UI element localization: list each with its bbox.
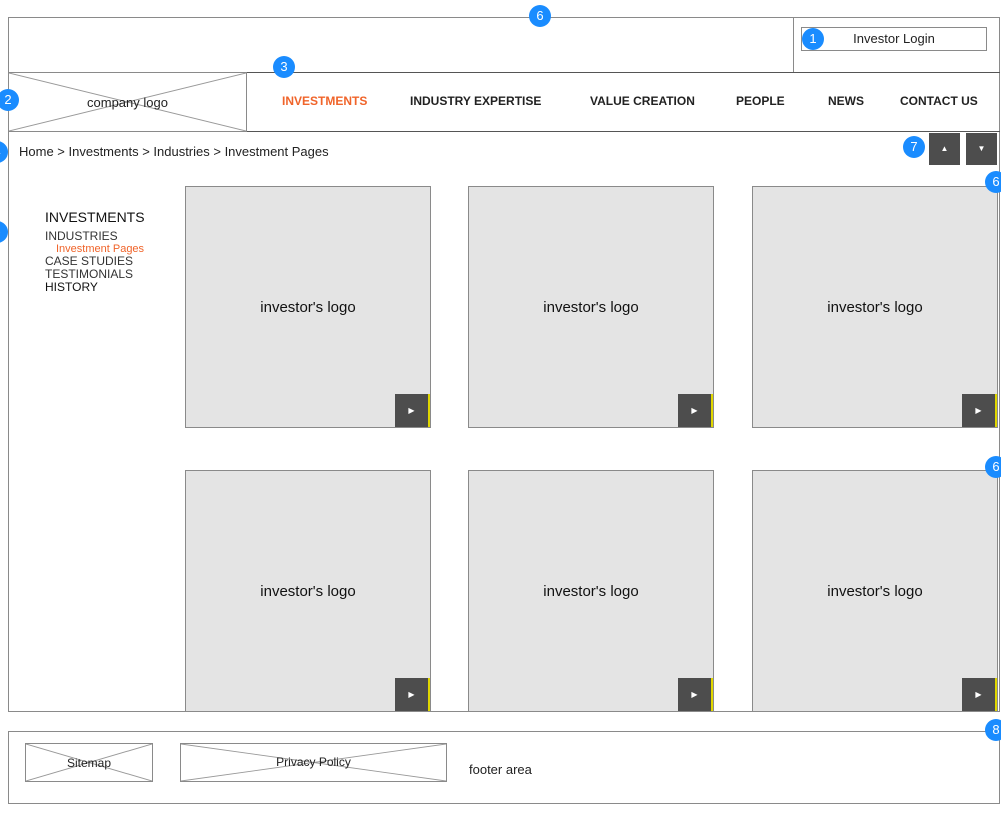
sidebar: INVESTMENTS INDUSTRIES Investment Pages … — [45, 209, 175, 294]
annotation-badge: 6 — [985, 171, 1001, 193]
nav-item-investments[interactable]: INVESTMENTS — [282, 94, 367, 108]
tile-play-button[interactable]: ▶ — [962, 678, 997, 711]
tile-play-button[interactable]: ▶ — [962, 394, 997, 427]
tile-play-button[interactable]: ▶ — [678, 678, 713, 711]
annotation-badge: 5 — [0, 221, 8, 243]
investor-login-label: Investor Login — [853, 31, 935, 46]
sidebar-item-industries[interactable]: INDUSTRIES — [45, 230, 175, 243]
tile-label: investor's logo — [827, 583, 923, 600]
tile-label: investor's logo — [543, 299, 639, 316]
footer-area-label: footer area — [469, 762, 532, 777]
breadcrumb[interactable]: Home > Investments > Industries > Invest… — [19, 144, 329, 159]
play-icon: ▶ — [975, 690, 982, 699]
play-icon: ▶ — [691, 406, 698, 415]
play-icon: ▶ — [975, 406, 982, 415]
annotation-badge: 6 — [529, 5, 551, 27]
sidebar-title[interactable]: INVESTMENTS — [45, 209, 175, 225]
investor-tile[interactable]: investor's logo ▶ — [468, 470, 714, 712]
annotation-badge: 8 — [985, 719, 1001, 741]
sitemap-label: Sitemap — [66, 756, 112, 770]
tile-label: investor's logo — [827, 299, 923, 316]
scroll-up-button[interactable]: ▲ — [929, 133, 960, 165]
tile-label: investor's logo — [260, 583, 356, 600]
scroll-down-button[interactable]: ▼ — [966, 133, 997, 165]
privacy-policy-label: Privacy Policy — [276, 755, 351, 769]
investor-tile[interactable]: investor's logo ▶ — [185, 470, 431, 712]
up-arrow-icon: ▲ — [940, 144, 949, 153]
investor-login-button[interactable]: Investor Login — [801, 27, 987, 51]
sitemap-link[interactable]: Sitemap — [25, 743, 153, 782]
down-arrow-icon: ▼ — [977, 144, 986, 153]
play-icon: ▶ — [691, 690, 698, 699]
investor-tile[interactable]: investor's logo ▶ — [752, 470, 998, 712]
tile-label: investor's logo — [543, 583, 639, 600]
company-logo-label: company logo — [87, 95, 168, 110]
annotation-badge: 7 — [903, 136, 925, 158]
play-icon: ▶ — [408, 406, 415, 415]
annotation-badge: 4 — [0, 141, 8, 163]
nav-item-people[interactable]: PEOPLE — [736, 94, 785, 108]
nav-item-contact-us[interactable]: CONTACT US — [900, 94, 978, 108]
nav-item-value-creation[interactable]: VALUE CREATION — [590, 94, 695, 108]
investor-tile[interactable]: investor's logo ▶ — [185, 186, 431, 428]
privacy-policy-link[interactable]: Privacy Policy — [180, 743, 447, 782]
annotation-badge: 3 — [273, 56, 295, 78]
nav-item-industry-expertise[interactable]: INDUSTRY EXPERTISE — [410, 94, 541, 108]
sidebar-item-history[interactable]: HISTORY — [45, 281, 175, 294]
company-logo[interactable]: company logo — [8, 72, 247, 132]
tile-play-button[interactable]: ▶ — [678, 394, 713, 427]
main-nav: INVESTMENTS INDUSTRY EXPERTISE VALUE CRE… — [247, 72, 1000, 132]
nav-item-news[interactable]: NEWS — [828, 94, 864, 108]
investor-tile[interactable]: investor's logo ▶ — [752, 186, 998, 428]
tile-play-button[interactable]: ▶ — [395, 678, 430, 711]
play-icon: ▶ — [408, 690, 415, 699]
annotation-badge: 1 — [802, 28, 824, 50]
annotation-badge: 6 — [985, 456, 1001, 478]
tile-play-button[interactable]: ▶ — [395, 394, 430, 427]
investor-tile[interactable]: investor's logo ▶ — [468, 186, 714, 428]
tile-label: investor's logo — [260, 299, 356, 316]
